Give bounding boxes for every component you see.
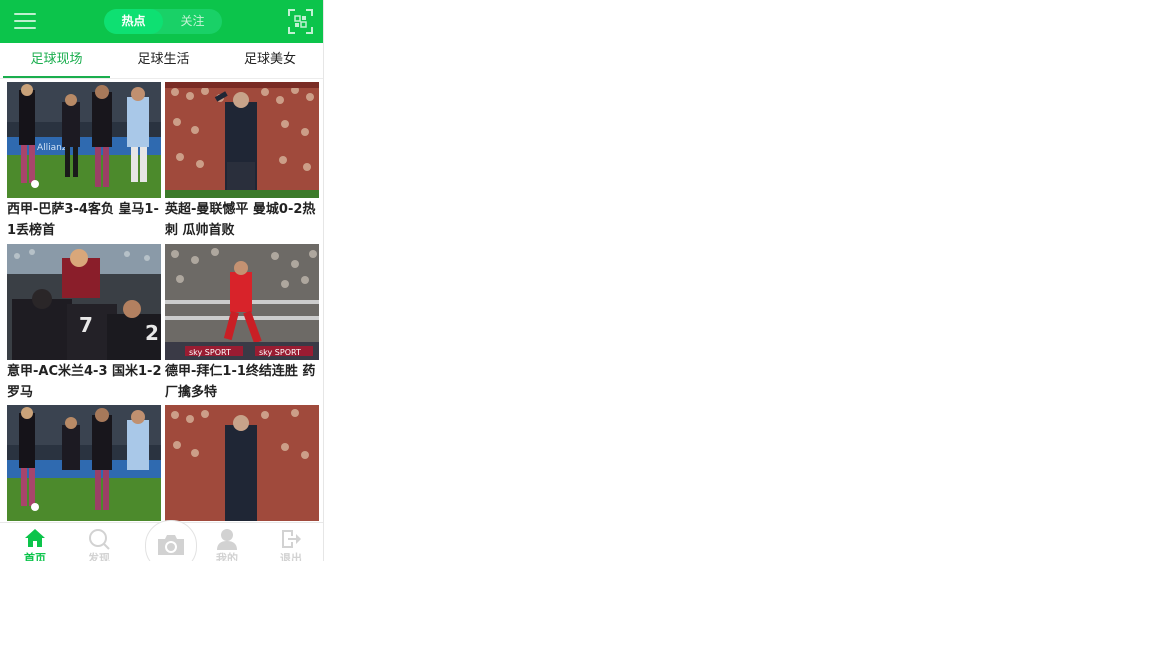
tab-follow[interactable]: 关注: [163, 9, 222, 34]
tab-football-beauty[interactable]: 足球美女: [217, 43, 323, 76]
category-tabs: 足球现场 足球生活 足球美女: [0, 43, 323, 79]
article-thumbnail: [7, 405, 161, 521]
nav-mine-label: 我的: [216, 552, 238, 561]
logout-icon: [282, 530, 301, 548]
svg-text:2: 2: [145, 321, 159, 345]
article-thumbnail: Allianz: [7, 82, 161, 198]
article-card[interactable]: 英超-曼联憾平 曼城0-2热刺 瓜帅首败: [165, 82, 320, 241]
svg-text:7: 7: [79, 313, 93, 337]
article-card[interactable]: sky SPORT sky SPORT 德甲-拜仁1-1终结连胜 药厂擒多特: [165, 244, 320, 403]
article-grid: Allianz 西甲-巴萨3-4客负 皇马1-1丢榜首 英超-曼联憾平 曼城0-…: [0, 79, 323, 522]
article-card[interactable]: 7 2 意甲-AC米兰4-3 国米1-2罗马: [7, 244, 162, 403]
home-icon: [25, 529, 45, 547]
feed-switch: 热点 关注: [104, 9, 222, 34]
bottom-nav: 首页 发现 我的 退出: [0, 520, 323, 561]
nav-home-label: 首页: [24, 552, 46, 561]
article-thumbnail: 7 2: [7, 244, 161, 360]
nav-home[interactable]: 首页: [9, 523, 61, 561]
tab-football-life[interactable]: 足球生活: [110, 43, 217, 76]
camera-icon: [158, 535, 184, 555]
nav-mine[interactable]: 我的: [201, 523, 253, 561]
article-card[interactable]: Allianz 西甲-巴萨3-4客负 皇马1-1丢榜首: [7, 82, 162, 241]
article-title: 西甲-巴萨3-4客负 皇马1-1丢榜首: [7, 202, 159, 238]
nav-discover[interactable]: 发现: [73, 523, 125, 561]
camera-button[interactable]: [145, 520, 197, 561]
mobile-app: 热点 关注 足球现场 足球生活 足球美女 Allianz 西甲-巴萨3-4客负 …: [0, 0, 324, 561]
article-title: 意甲-AC米兰4-3 国米1-2罗马: [7, 364, 162, 400]
user-icon: [217, 529, 237, 550]
menu-icon[interactable]: [14, 13, 36, 30]
top-bar: 热点 关注: [0, 0, 323, 43]
article-thumbnail: [165, 405, 319, 521]
article-card[interactable]: [7, 405, 162, 522]
tab-hot[interactable]: 热点: [104, 9, 163, 34]
article-card[interactable]: [165, 405, 320, 522]
nav-logout-label: 退出: [280, 552, 302, 561]
sky-sport-text: sky SPORT: [189, 348, 231, 357]
qr-scan-icon[interactable]: [288, 9, 313, 34]
article-title: 德甲-拜仁1-1终结连胜 药厂擒多特: [165, 364, 316, 400]
article-title: 英超-曼联憾平 曼城0-2热刺 瓜帅首败: [165, 202, 316, 238]
nav-discover-label: 发现: [88, 552, 110, 561]
tab-football-live[interactable]: 足球现场: [3, 43, 110, 78]
article-thumbnail: sky SPORT sky SPORT: [165, 244, 319, 360]
article-thumbnail: [165, 82, 319, 198]
nav-logout[interactable]: 退出: [265, 523, 317, 561]
sky-sport-text: sky SPORT: [259, 348, 301, 357]
search-icon: [89, 529, 110, 550]
